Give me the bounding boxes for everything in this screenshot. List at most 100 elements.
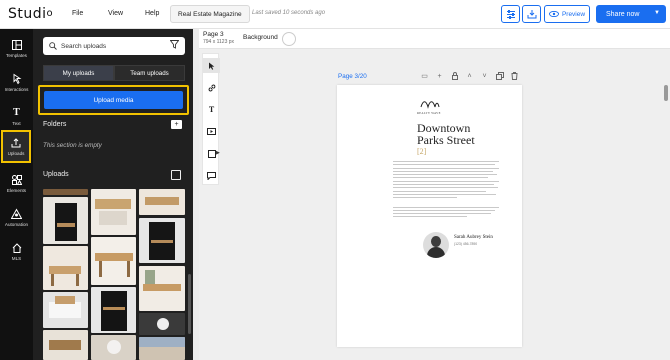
top-bar: Studio File View Help Real Estate Magazi… — [0, 0, 670, 29]
canvas-scrollbar[interactable] — [664, 85, 668, 101]
link-tool[interactable] — [203, 80, 220, 95]
rail-label: Elements — [6, 187, 27, 193]
video-icon — [207, 128, 216, 135]
uploads-heading: Uploads — [43, 171, 69, 178]
tab-team-uploads[interactable]: Team uploads — [114, 65, 185, 81]
agent-name[interactable]: Sarah Aubrey Stein — [454, 235, 493, 240]
rail-item-elements[interactable]: Elements — [0, 166, 33, 200]
duplicate-icon[interactable] — [495, 71, 504, 81]
document-title[interactable]: Real Estate Magazine — [170, 5, 250, 23]
upload-highlight: Upload media — [38, 85, 189, 115]
background-color-swatch[interactable] — [282, 32, 296, 46]
rail-label: Interactions — [4, 86, 29, 92]
interactions-icon — [13, 73, 22, 84]
upload-thumbnail[interactable] — [91, 189, 136, 235]
upload-thumbnail[interactable] — [139, 337, 185, 360]
upload-thumbnail[interactable] — [139, 189, 185, 215]
upload-thumbnail[interactable] — [139, 313, 185, 335]
upload-thumbnail[interactable] — [43, 197, 88, 244]
upload-thumbnail[interactable] — [139, 218, 185, 263]
menu-file[interactable]: File — [72, 10, 83, 17]
upload-thumbnail[interactable] — [43, 246, 88, 290]
rail-label: Automation — [4, 221, 29, 227]
page-header: Page 3 794 x 1123 px Background — [199, 29, 670, 49]
rail-item-mls[interactable]: MLS — [0, 234, 33, 268]
settings-button[interactable] — [501, 5, 520, 23]
automation-icon — [11, 207, 22, 219]
text-icon: T — [13, 106, 20, 118]
brand-logo-icon — [420, 101, 440, 109]
tab-my-uploads[interactable]: My uploads — [43, 65, 114, 81]
rail-item-interactions[interactable]: Interactions — [0, 65, 33, 99]
search-input[interactable]: Search uploads — [43, 37, 185, 55]
agent-phone[interactable]: (123) 456-7890 — [454, 242, 477, 246]
sliders-icon — [506, 9, 515, 19]
rail-item-text[interactable]: T Text — [0, 99, 33, 133]
move-up-icon[interactable]: ˄ — [465, 71, 474, 81]
folders-heading: Folders — [43, 121, 67, 128]
page-label: Page 3 — [203, 31, 224, 38]
document-page[interactable]: REALTY WAVE Downtown Parks Street [2] Sa… — [337, 85, 522, 347]
menu-view[interactable]: View — [108, 10, 123, 17]
preview-button[interactable]: Preview — [544, 5, 590, 23]
left-rail: Templates Interactions T Text Uploads El… — [0, 29, 33, 360]
upload-thumbnail[interactable] — [43, 189, 88, 195]
comment-icon — [207, 171, 216, 180]
rail-item-uploads[interactable]: Uploads — [1, 130, 31, 163]
chevron-right-icon[interactable]: ▶ — [216, 150, 220, 156]
page-actions: ▭ + ˄ ˅ — [420, 71, 519, 81]
background-label: Background — [243, 34, 278, 41]
tool-palette: T — [202, 53, 220, 185]
agent-photo[interactable] — [423, 232, 449, 258]
share-label: Share now — [606, 10, 640, 18]
upload-icon — [11, 138, 21, 148]
select-tool[interactable] — [203, 58, 220, 73]
filter-icon[interactable] — [170, 40, 179, 49]
rail-label: Templates — [6, 52, 27, 58]
brand-name: REALTY WAVE — [417, 111, 441, 115]
body-text-block[interactable] — [393, 161, 499, 220]
rail-label: MLS — [11, 255, 22, 261]
cursor-icon — [209, 62, 215, 70]
preview-label: Preview — [561, 10, 586, 18]
text-icon: T — [208, 105, 215, 114]
text-tool[interactable]: T — [203, 102, 220, 117]
share-button[interactable]: Share now ▼ — [596, 5, 666, 23]
page-dimensions: 794 x 1123 px — [203, 39, 235, 45]
trash-icon[interactable] — [510, 71, 519, 81]
download-button[interactable] — [522, 5, 541, 23]
add-page-icon[interactable]: + — [435, 71, 444, 81]
app-logo[interactable]: Studio — [8, 6, 53, 22]
search-placeholder: Search uploads — [61, 42, 107, 50]
menu-help[interactable]: Help — [145, 10, 159, 17]
saved-status: Last saved 10 seconds ago — [252, 10, 326, 16]
editor-canvas: Page 3 794 x 1123 px Background T ▶ Page… — [199, 29, 670, 360]
upload-tabs: My uploads Team uploads — [43, 65, 185, 81]
video-tool[interactable] — [203, 124, 220, 139]
add-folder-icon[interactable]: + — [171, 120, 182, 129]
page-comment-icon[interactable]: ▭ — [420, 71, 429, 81]
upload-thumbnail[interactable] — [91, 287, 136, 333]
upload-thumbnail[interactable] — [91, 237, 136, 285]
upload-thumbnail[interactable] — [91, 335, 136, 360]
upload-thumbnail[interactable] — [139, 266, 185, 311]
upload-media-button[interactable]: Upload media — [44, 91, 183, 109]
move-down-icon[interactable]: ˅ — [480, 71, 489, 81]
uploads-panel: Search uploads My uploads Team uploads U… — [33, 29, 193, 360]
uploads-grid — [43, 189, 185, 360]
panel-scrollbar[interactable] — [188, 274, 191, 334]
rail-item-automation[interactable]: Automation — [0, 200, 33, 234]
upload-thumbnail[interactable] — [43, 292, 88, 328]
rail-item-templates[interactable]: Templates — [0, 31, 33, 65]
home-icon — [12, 242, 21, 253]
search-icon — [49, 42, 57, 50]
lock-icon[interactable] — [450, 71, 459, 81]
select-all-checkbox[interactable] — [171, 170, 181, 180]
listing-title-line2[interactable]: Parks Street — [417, 134, 475, 146]
upload-thumbnail[interactable] — [43, 330, 88, 360]
download-icon — [527, 10, 536, 19]
chevron-down-icon[interactable]: ▼ — [654, 10, 660, 16]
templates-icon — [11, 39, 22, 50]
comment-tool[interactable] — [203, 168, 220, 183]
rail-label: Text — [12, 120, 21, 126]
